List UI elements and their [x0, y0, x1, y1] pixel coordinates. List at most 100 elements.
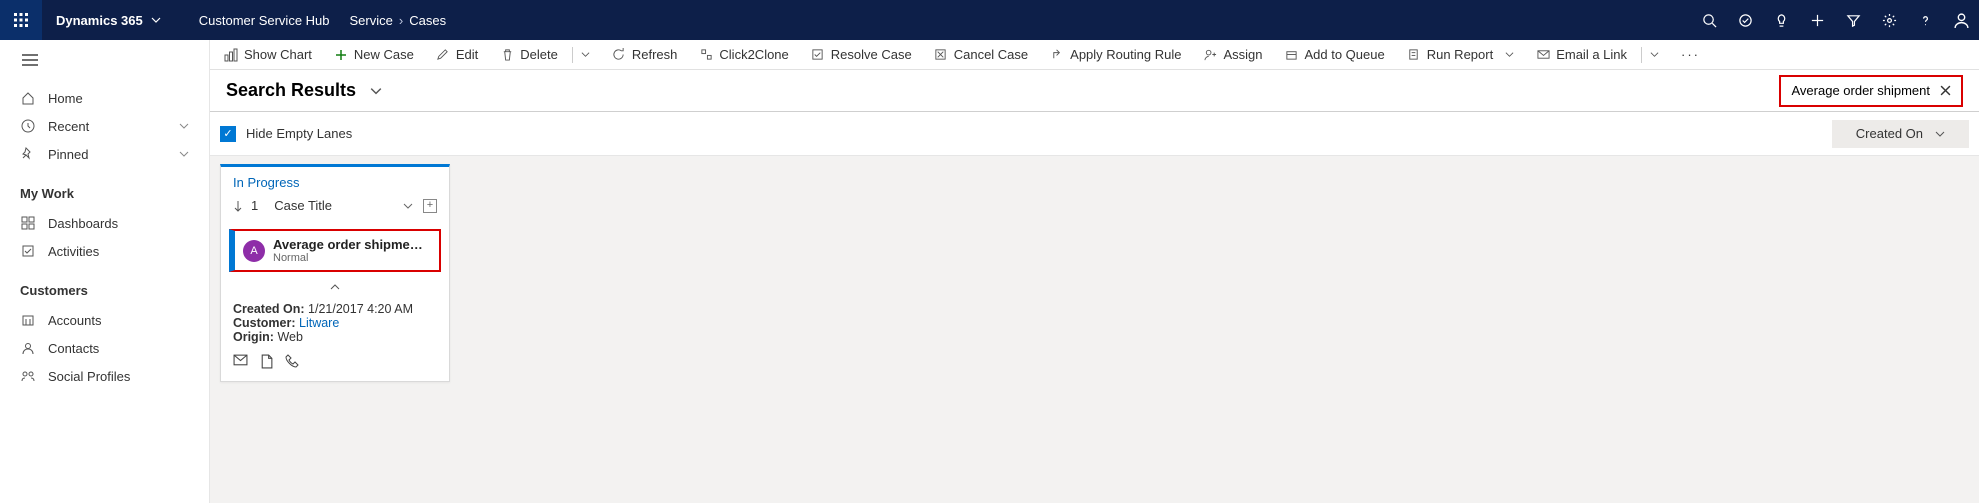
app-name[interactable]: Dynamics 365	[42, 13, 151, 28]
edit-button[interactable]: Edit	[436, 40, 478, 70]
card-collapse-icon[interactable]	[221, 280, 449, 298]
more-commands-button[interactable]: ···	[1681, 40, 1700, 70]
chevron-down-icon[interactable]	[179, 149, 189, 159]
stream-options-row: ✓ Hide Empty Lanes Created On	[210, 112, 1979, 156]
help-icon[interactable]	[1907, 0, 1943, 40]
cancel-case-button[interactable]: Cancel Case	[934, 40, 1028, 70]
pencil-icon	[436, 48, 450, 62]
command-bar: Show Chart New Case Edit Delete Refresh …	[210, 40, 1979, 70]
sidebar-label-home: Home	[48, 91, 83, 106]
sort-by-button[interactable]: Created On	[1832, 120, 1969, 148]
add-to-queue-label: Add to Queue	[1304, 47, 1384, 62]
card-title: Average order shipment ti...	[273, 237, 423, 252]
kanban-board: In Progress 1 Case Title + A Average ord…	[210, 156, 1979, 503]
clear-search-icon[interactable]	[1940, 85, 1951, 96]
lightbulb-icon[interactable]	[1763, 0, 1799, 40]
created-value: 1/21/2017 4:20 AM	[308, 302, 413, 316]
sort-direction-icon[interactable]	[233, 200, 243, 212]
queue-icon	[1284, 48, 1298, 62]
sidebar-item-accounts[interactable]: Accounts	[0, 306, 209, 334]
run-report-button[interactable]: Run Report	[1407, 40, 1514, 70]
chevron-down-icon[interactable]	[179, 121, 189, 131]
refresh-label: Refresh	[632, 47, 678, 62]
click2clone-label: Click2Clone	[719, 47, 788, 62]
hide-empty-checkbox[interactable]: ✓	[220, 126, 236, 142]
sidebar-label-dashboards: Dashboards	[48, 216, 118, 231]
chevron-down-icon[interactable]	[1650, 50, 1659, 59]
delete-button[interactable]: Delete	[500, 40, 590, 70]
case-card[interactable]: A Average order shipment ti... Normal	[229, 229, 441, 272]
phone-icon[interactable]	[285, 354, 299, 369]
sidebar: Home Recent Pinned My Work Dashboards Ac…	[0, 40, 210, 503]
sidebar-collapse-button[interactable]	[0, 54, 209, 84]
sidebar-item-contacts[interactable]: Contacts	[0, 334, 209, 362]
page-title: Search Results	[226, 80, 356, 101]
pin-icon	[20, 146, 36, 162]
lane-sort-row: 1 Case Title +	[221, 196, 449, 221]
apply-routing-label: Apply Routing Rule	[1070, 47, 1181, 62]
sidebar-label-contacts: Contacts	[48, 341, 99, 356]
click2clone-button[interactable]: Click2Clone	[699, 40, 788, 70]
search-icon[interactable]	[1691, 0, 1727, 40]
mail-icon	[1536, 48, 1550, 62]
refresh-button[interactable]: Refresh	[612, 40, 678, 70]
task-flow-icon[interactable]	[1727, 0, 1763, 40]
add-to-queue-button[interactable]: Add to Queue	[1284, 40, 1384, 70]
clock-icon	[20, 118, 36, 134]
sidebar-item-activities[interactable]: Activities	[0, 237, 209, 265]
assign-button[interactable]: Assign	[1203, 40, 1262, 70]
user-profile-icon[interactable]	[1943, 0, 1979, 40]
sidebar-label-activities: Activities	[48, 244, 99, 259]
page-header: Search Results Average order shipment	[210, 70, 1979, 112]
search-term-text: Average order shipment	[1791, 83, 1930, 98]
hub-name[interactable]: Customer Service Hub	[179, 13, 350, 28]
email-link-button[interactable]: Email a Link	[1536, 40, 1659, 70]
sidebar-item-recent[interactable]: Recent	[0, 112, 209, 140]
lane-sort-field[interactable]: Case Title	[274, 198, 332, 213]
resolve-case-button[interactable]: Resolve Case	[811, 40, 912, 70]
assign-icon	[1203, 48, 1217, 62]
sidebar-label-social: Social Profiles	[48, 369, 130, 384]
refresh-icon	[612, 48, 626, 62]
note-icon[interactable]	[260, 354, 273, 369]
assign-label: Assign	[1223, 47, 1262, 62]
add-card-button[interactable]: +	[423, 199, 437, 213]
chevron-down-icon[interactable]	[1505, 50, 1514, 59]
breadcrumb-root[interactable]: Service	[350, 13, 393, 28]
sidebar-item-home[interactable]: Home	[0, 84, 209, 112]
lane-rank: 1	[251, 198, 258, 213]
apply-routing-button[interactable]: Apply Routing Rule	[1050, 40, 1181, 70]
card-action-icons	[221, 354, 449, 381]
filter-icon[interactable]	[1835, 0, 1871, 40]
view-picker-chevron-icon[interactable]	[370, 85, 382, 97]
breadcrumb-leaf[interactable]: Cases	[409, 13, 446, 28]
app-launcher-icon[interactable]	[0, 0, 42, 40]
chart-icon	[224, 48, 238, 62]
trash-icon	[500, 48, 514, 62]
resolve-icon	[811, 48, 825, 62]
chevron-down-icon[interactable]	[403, 201, 413, 211]
breadcrumb-separator-icon: ›	[393, 13, 409, 28]
new-case-button[interactable]: New Case	[334, 40, 414, 70]
app-switcher-chevron-icon[interactable]	[151, 15, 179, 25]
add-icon[interactable]	[1799, 0, 1835, 40]
mail-icon[interactable]	[233, 354, 248, 369]
origin-value: Web	[277, 330, 302, 344]
chevron-down-icon[interactable]	[581, 50, 590, 59]
customer-link[interactable]: Litware	[299, 316, 339, 330]
contact-icon	[20, 340, 36, 356]
report-icon	[1407, 48, 1421, 62]
sidebar-item-pinned[interactable]: Pinned	[0, 140, 209, 168]
edit-label: Edit	[456, 47, 478, 62]
card-details: Created On: 1/21/2017 4:20 AM Customer: …	[221, 298, 449, 354]
sidebar-item-dashboards[interactable]: Dashboards	[0, 209, 209, 237]
sidebar-label-pinned: Pinned	[48, 147, 88, 162]
sidebar-item-social[interactable]: Social Profiles	[0, 362, 209, 390]
card-priority: Normal	[273, 252, 423, 264]
cancel-icon	[934, 48, 948, 62]
hide-empty-label: Hide Empty Lanes	[246, 126, 352, 141]
run-report-label: Run Report	[1427, 47, 1493, 62]
show-chart-button[interactable]: Show Chart	[224, 40, 312, 70]
settings-gear-icon[interactable]	[1871, 0, 1907, 40]
dashboard-icon	[20, 215, 36, 231]
